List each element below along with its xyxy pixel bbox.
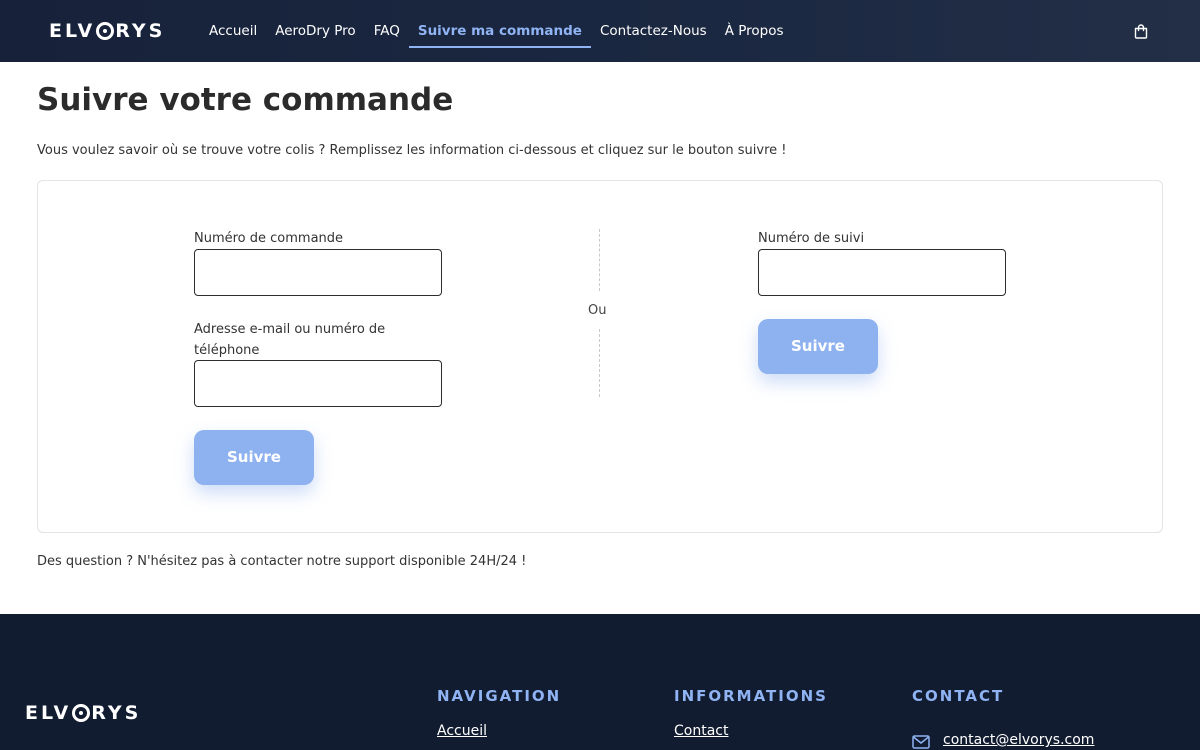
divider-top — [599, 229, 600, 291]
footer-informations-title: INFORMATIONS — [674, 687, 828, 705]
nav-item-contactez-nous[interactable]: Contactez-Nous — [591, 16, 716, 46]
tracking-number-label: Numéro de suivi — [758, 231, 865, 246]
track-order-button[interactable]: Suivre — [194, 430, 314, 485]
shopping-bag-icon[interactable] — [1133, 23, 1149, 39]
footer-link-accueil[interactable]: Accueil — [437, 723, 487, 739]
nav-item-accueil[interactable]: Accueil — [200, 16, 266, 46]
divider-bottom — [599, 329, 600, 397]
tracking-number-input[interactable] — [758, 249, 1006, 296]
track-parcel-button[interactable]: Suivre — [758, 319, 878, 374]
brand-logo-prefix: ELV — [49, 20, 96, 42]
nav-item-faq[interactable]: FAQ — [365, 16, 409, 46]
envelope-icon — [912, 735, 930, 749]
footer-contact-title: CONTACT — [912, 687, 1005, 705]
footer-brand-logo[interactable]: ELV RYS — [25, 701, 141, 725]
page-intro: Vous voulez savoir où se trouve votre co… — [37, 143, 787, 158]
footer-contact-email[interactable]: contact@elvorys.com — [943, 732, 1094, 748]
contact-input[interactable] — [194, 360, 442, 407]
site-footer: ELV RYS NAVIGATION Accueil INFORMATIONS C… — [0, 614, 1200, 750]
nav-item-suivre-ma-commande[interactable]: Suivre ma commande — [408, 16, 591, 48]
nav-item-a-propos[interactable]: À Propos — [716, 16, 793, 46]
nav-item-aerodry-pro[interactable]: AeroDry Pro — [266, 16, 364, 46]
footer-logo-prefix: ELV — [25, 702, 72, 724]
brand-logo[interactable]: ELV RYS — [49, 19, 165, 43]
page-title: Suivre votre commande — [37, 82, 454, 118]
order-number-label: Numéro de commande — [194, 231, 344, 246]
support-note: Des question ? N'hésitez pas à contacter… — [37, 554, 527, 569]
main-nav: Accueil AeroDry Pro FAQ Suivre ma comman… — [200, 0, 793, 62]
order-number-input[interactable] — [194, 249, 442, 296]
footer-link-contact[interactable]: Contact — [674, 723, 728, 739]
swirl-o-icon — [72, 703, 91, 723]
brand-logo-suffix: RYS — [115, 20, 166, 42]
site-header: ELV RYS Accueil AeroDry Pro FAQ Suivre ma… — [0, 0, 1200, 62]
footer-logo-suffix: RYS — [91, 702, 142, 724]
contact-label: Adresse e-mail ou numéro de téléphone — [194, 322, 386, 358]
or-separator: Ou — [588, 303, 607, 318]
swirl-o-icon — [96, 21, 115, 41]
footer-navigation-title: NAVIGATION — [437, 687, 562, 705]
